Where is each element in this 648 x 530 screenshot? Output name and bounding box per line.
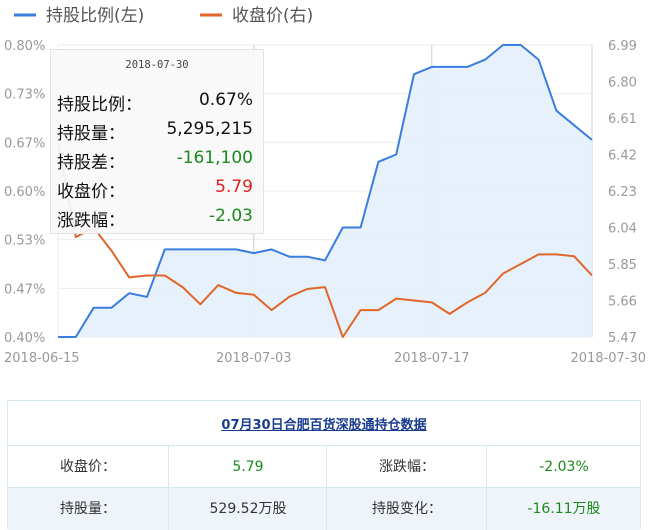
tooltip-value: 5.79 xyxy=(215,177,253,197)
tooltip-value: -161,100 xyxy=(176,148,253,168)
y-left-ticks: 0.80% 0.73% 0.67% 0.60% 0.53% 0.47% 0.40% xyxy=(4,39,45,346)
y-right-tick-label: 5.66 xyxy=(608,295,637,310)
tooltip-value: -2.03 xyxy=(209,206,253,226)
y-right-tick-label: 6.42 xyxy=(608,149,637,164)
tooltip-row-diff: 持股差： -161,100 xyxy=(57,148,253,176)
y-left-tick-label: 0.47% xyxy=(4,282,45,297)
tooltip-row-change: 涨跌幅： -2.03 xyxy=(57,206,253,234)
close-price-label: 收盘价： xyxy=(60,459,116,475)
y-left-tick-label: 0.73% xyxy=(4,88,45,103)
legend-label: 持股比例(左) xyxy=(46,6,144,26)
tooltip-row-close: 收盘价： 5.79 xyxy=(57,177,253,205)
legend-label: 收盘价(右) xyxy=(232,6,313,26)
tooltip-label: 持股量： xyxy=(57,124,125,144)
tooltip-date: 2018-07-30 xyxy=(125,59,189,71)
x-tick-label: 2018-07-03 xyxy=(216,351,292,366)
y-right-tick-label: 5.85 xyxy=(608,258,637,273)
tooltip-label: 持股差： xyxy=(57,153,125,173)
x-tick-label: 2018-06-15 xyxy=(4,351,80,366)
shares-change-label: 持股变化： xyxy=(326,488,487,530)
y-right-tick-label: 6.99 xyxy=(608,39,637,54)
chart-legend: 持股比例(左) 收盘价(右) xyxy=(14,6,313,26)
y-left-tick-label: 0.40% xyxy=(4,331,45,346)
panel-title-link[interactable]: 07月30日合肥百货深股通持仓数据 xyxy=(8,414,640,433)
data-tooltip: 2018-07-30 持股比例： 0.67% 持股量： 5,295,215 持股… xyxy=(50,49,264,234)
tooltip-label: 持股比例： xyxy=(57,95,142,115)
change-pct-label: 涨跌幅： xyxy=(326,446,487,488)
tooltip-label: 涨跌幅： xyxy=(57,211,125,231)
y-right-ticks: 6.99 6.80 6.61 6.42 6.23 6.04 5.85 5.66 5.47 xyxy=(608,39,637,346)
y-right-tick-label: 6.80 xyxy=(608,76,637,91)
shares-held-value: 529.52万股 xyxy=(168,488,327,530)
y-right-tick-label: 6.04 xyxy=(608,222,637,237)
shares-change-value: -16.11万股 xyxy=(486,488,641,530)
tooltip-value: 5,295,215 xyxy=(166,119,253,139)
x-tick-label: 2018-07-17 xyxy=(394,351,470,366)
y-right-tick-label: 6.23 xyxy=(608,185,637,200)
y-left-tick-label: 0.80% xyxy=(4,39,45,54)
y-right-tick-label: 5.47 xyxy=(608,331,637,346)
tooltip-row-shares: 持股量： 5,295,215 xyxy=(57,119,253,147)
x-axis-ticks: 2018-06-15 2018-07-03 2018-07-17 2018-07-30 xyxy=(4,351,646,366)
summary-row: 持股量： 529.52万股 持股变化： -16.11万股 xyxy=(8,487,640,530)
y-right-tick-label: 6.61 xyxy=(608,112,637,127)
y-left-tick-label: 0.60% xyxy=(4,185,45,200)
close-price-value: 5.79 xyxy=(168,446,327,488)
y-left-tick-label: 0.67% xyxy=(4,136,45,151)
tooltip-value: 0.67% xyxy=(198,90,253,110)
holding-summary-panel: 07月30日合肥百货深股通持仓数据 收盘价： 5.79 涨跌幅： -2.03% … xyxy=(7,400,641,530)
y-left-tick-label: 0.53% xyxy=(4,234,45,249)
shares-held-label: 持股量： xyxy=(60,501,116,517)
tooltip-row-ratio: 持股比例： 0.67% xyxy=(57,90,253,118)
x-tick-label: 2018-07-30 xyxy=(570,351,646,366)
change-pct-value: -2.03% xyxy=(486,446,641,488)
summary-row: 收盘价： 5.79 涨跌幅： -2.03% xyxy=(8,445,640,488)
tooltip-label: 收盘价： xyxy=(57,182,125,202)
